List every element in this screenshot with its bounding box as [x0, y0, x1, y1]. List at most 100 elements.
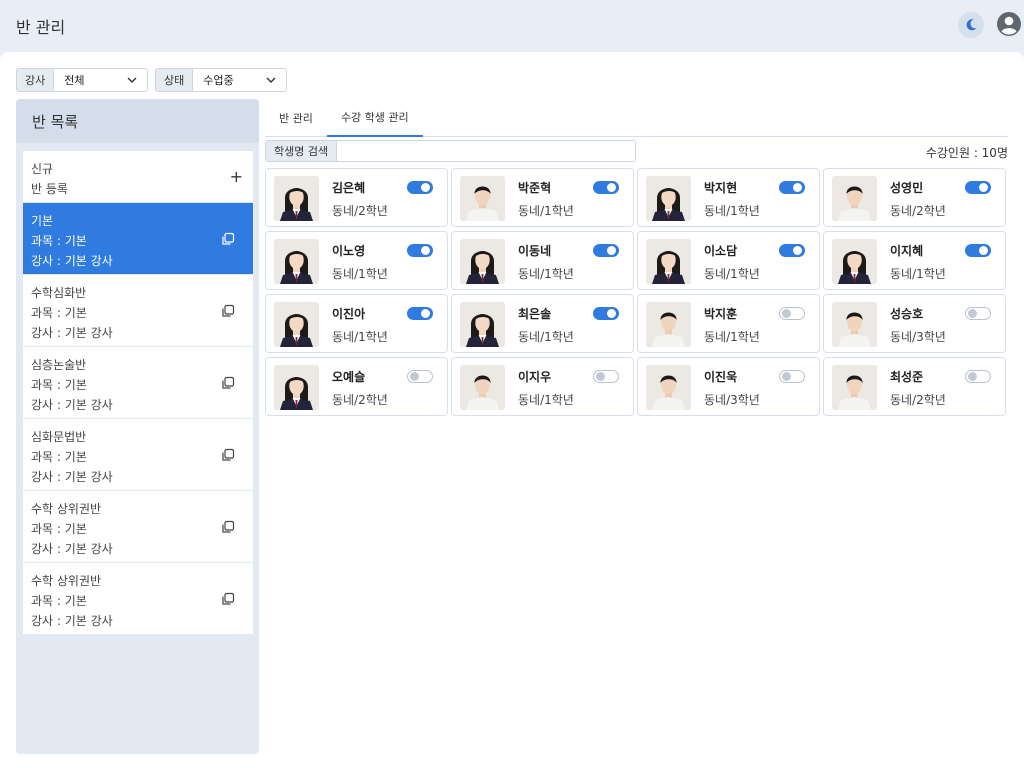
copy-icon[interactable] [221, 448, 235, 462]
copy-icon[interactable] [221, 592, 235, 606]
teacher-filter-value: 전체 [64, 74, 85, 87]
student-grade: 동네/2학년 [890, 204, 946, 218]
enroll-toggle[interactable] [407, 370, 433, 383]
student-name: 이지혜 [890, 244, 924, 258]
class-list-item[interactable]: 심화문법반 과목 : 기본 강사 : 기본 강사 [23, 419, 253, 491]
student-card: 이진아 동네/1학년 [265, 294, 448, 353]
teacher-filter-select[interactable]: 전체 [54, 69, 147, 91]
student-grade: 동네/1학년 [518, 204, 574, 218]
user-icon[interactable] [996, 11, 1022, 37]
student-photo [460, 176, 505, 221]
enroll-toggle[interactable] [965, 370, 991, 383]
class-teacher: 강사 : 기본 강사 [31, 470, 113, 484]
student-card: 박지현동네/1학년 [637, 168, 820, 227]
student-grade: 동네/1학년 [332, 267, 388, 281]
class-list-item[interactable]: 심층논술반 과목 : 기본 강사 : 기본 강사 [23, 347, 253, 419]
student-photo [832, 239, 877, 284]
enroll-toggle[interactable] [965, 307, 991, 320]
toggle-knob [979, 183, 988, 192]
plus-icon: + [229, 167, 243, 186]
student-grade: 동네/1학년 [518, 330, 574, 344]
chevron-down-icon [127, 77, 137, 83]
new-class-button[interactable]: 신규 반 등록 + [23, 151, 253, 203]
class-subject: 과목 : 기본 [31, 594, 87, 608]
status-filter-value: 수업중 [203, 74, 234, 87]
student-search: 학생명 검색 [265, 140, 636, 162]
enroll-toggle[interactable] [407, 244, 433, 257]
enroll-toggle[interactable] [593, 370, 619, 383]
new-class-label: 신규 [31, 162, 54, 176]
student-card: 성영민 동네/2학년 [823, 168, 1006, 227]
toggle-knob [421, 183, 430, 192]
enroll-toggle[interactable] [779, 307, 805, 320]
class-list-item[interactable]: 수학 상위권반 과목 : 기본 강사 : 기본 강사 [23, 491, 253, 563]
toggle-knob [793, 183, 802, 192]
student-photo [832, 365, 877, 410]
moon-icon[interactable] [958, 12, 984, 38]
enroll-toggle[interactable] [779, 370, 805, 383]
tab-student-management[interactable]: 수강 학생 관리 [326, 99, 423, 137]
enroll-toggle[interactable] [407, 181, 433, 194]
copy-icon[interactable] [221, 232, 235, 246]
student-name: 박지현 [704, 181, 738, 195]
class-name: 심층논술반 [31, 358, 87, 372]
status-filter[interactable]: 상태 수업중 [155, 68, 287, 92]
student-name: 김은혜 [332, 181, 366, 195]
student-name: 성승호 [890, 307, 924, 321]
status-filter-select[interactable]: 수업중 [193, 69, 286, 91]
student-photo [274, 176, 319, 221]
chevron-down-icon [266, 77, 276, 83]
toggle-knob [421, 309, 430, 318]
copy-icon[interactable] [221, 520, 235, 534]
student-photo [460, 302, 505, 347]
class-list-item[interactable]: 수학심화반 과목 : 기본 강사 : 기본 강사 [23, 275, 253, 347]
class-list-item[interactable]: 수학 상위권반 과목 : 기본 강사 : 기본 강사 [23, 563, 253, 635]
student-card: 최은솔 동네/1학년 [451, 294, 634, 353]
enroll-toggle[interactable] [779, 244, 805, 257]
student-card: 이동네 동네/1학년 [451, 231, 634, 290]
student-card: 박준혁동네/1학년 [451, 168, 634, 227]
student-card: 김은혜 동네/2학년 [265, 168, 448, 227]
teacher-filter-label: 강사 [17, 69, 55, 91]
student-grid: 김은혜 동네/2학년 박준혁 동네/1학년 박지현 동네/1학년 성영민 동네/2학년 이노영 동… [265, 168, 1008, 416]
student-photo [832, 302, 877, 347]
student-name: 이진욱 [704, 370, 738, 384]
student-search-input[interactable] [337, 141, 635, 161]
enroll-toggle[interactable] [965, 181, 991, 194]
copy-icon[interactable] [221, 304, 235, 318]
student-grade: 동네/2학년 [332, 393, 388, 407]
enroll-toggle[interactable] [593, 181, 619, 194]
class-subject: 과목 : 기본 [31, 306, 87, 320]
enroll-toggle[interactable] [593, 307, 619, 320]
student-photo [274, 365, 319, 410]
enroll-toggle[interactable] [407, 307, 433, 320]
student-name: 이소담 [704, 244, 738, 258]
enroll-toggle[interactable] [965, 244, 991, 257]
class-subject: 과목 : 기본 [31, 378, 87, 392]
student-search-label: 학생명 검색 [266, 141, 338, 161]
page-title: 반 관리 [16, 18, 66, 37]
student-photo [460, 239, 505, 284]
student-card: 이진욱 동네/3학년 [637, 357, 820, 416]
tab-class-management[interactable]: 반 관리 [265, 99, 327, 137]
student-photo [460, 365, 505, 410]
main-panel: 강사 전체 상태 수업중 반 목록 신규 반 등록 + 기본 과목 : 기본 강사 … [0, 52, 1024, 768]
student-name: 박준혁 [518, 181, 552, 195]
copy-icon[interactable] [221, 376, 235, 390]
toggle-knob [979, 246, 988, 255]
enroll-toggle[interactable] [779, 181, 805, 194]
toggle-knob [607, 309, 616, 318]
student-grade: 동네/1학년 [704, 204, 760, 218]
student-name: 이동네 [518, 244, 552, 258]
enrolled-count: 수강인원 : 10명 [925, 146, 1008, 160]
teacher-filter[interactable]: 강사 전체 [16, 68, 148, 92]
top-bar: 반 관리 [0, 0, 1024, 50]
class-list-item[interactable]: 기본 과목 : 기본 강사 : 기본 강사 [23, 203, 253, 275]
student-photo [274, 302, 319, 347]
enroll-toggle[interactable] [593, 244, 619, 257]
student-grade: 동네/1학년 [518, 393, 574, 407]
class-subject: 과목 : 기본 [31, 234, 87, 248]
student-photo [646, 176, 691, 221]
student-name: 이진아 [332, 307, 366, 321]
class-list-title: 반 목록 [16, 99, 259, 143]
